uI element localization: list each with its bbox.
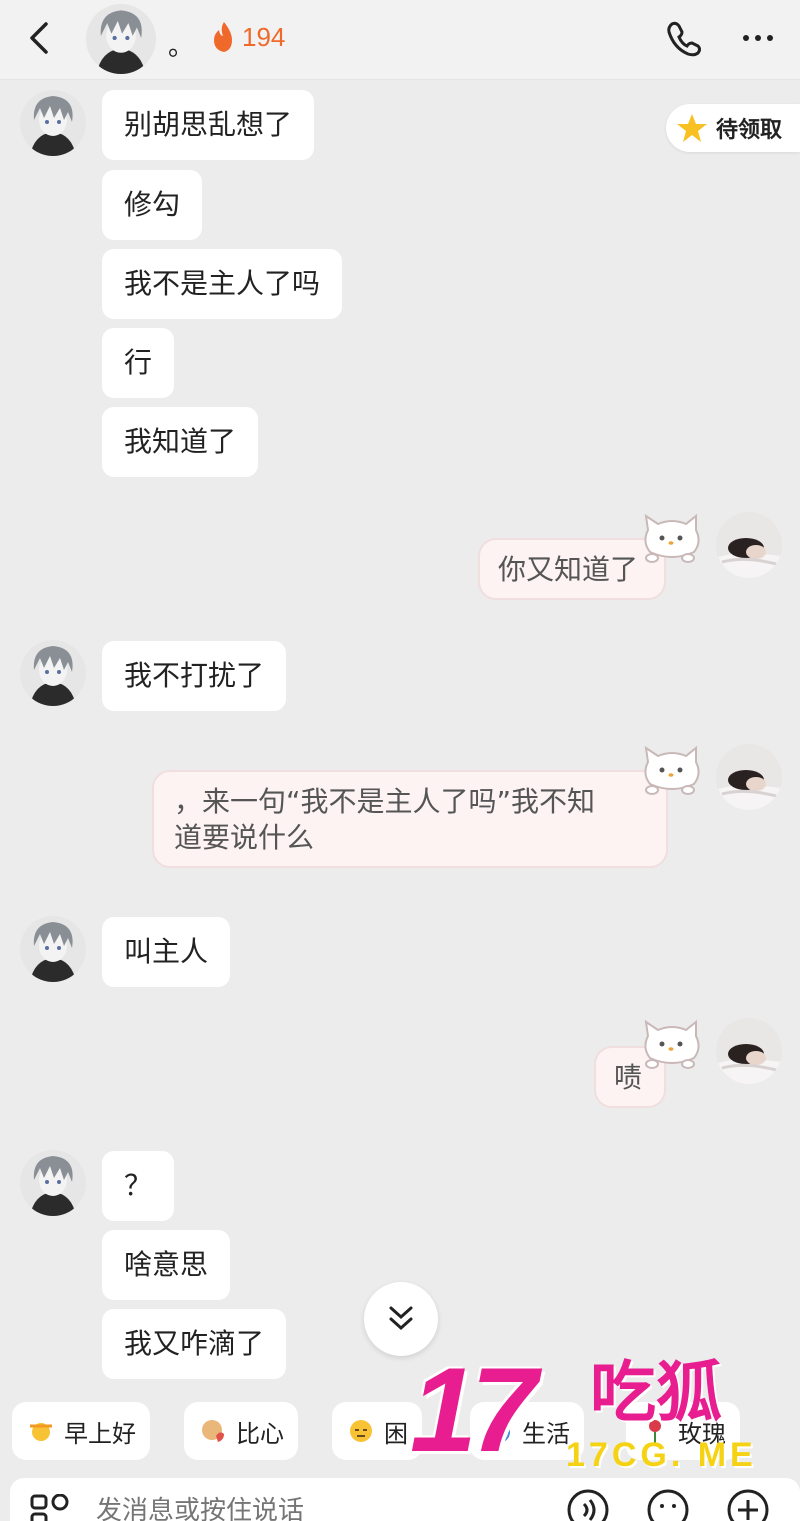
message-text-line: ，来一句“我不是主人了吗”我不知 [174,785,596,818]
avatar[interactable] [20,90,86,156]
chip-label: 早上好 [64,1419,136,1448]
message-bubble[interactable]: 行 [102,328,175,398]
message-text: 啧 [614,1061,643,1094]
heart-hands-emoji-icon [202,1420,224,1442]
message-bubble[interactable]: 别胡思乱想了 [102,90,315,160]
self-message-bubble[interactable]: 你又知道了 [478,538,666,600]
apps-grid-icon[interactable] [30,1494,70,1521]
message-bubble[interactable]: ？ [102,1151,175,1221]
reward-badge[interactable]: 待领取 [666,104,800,152]
message-bubble[interactable]: 我不打扰了 [102,641,287,711]
self-avatar[interactable] [716,1018,782,1084]
self-avatar[interactable] [716,744,782,810]
self-message-bubble[interactable]: ，来一句“我不是主人了吗”我不知 道要说什么 [152,770,668,868]
watermark-url: 17CG. ME [566,1436,757,1474]
avatar[interactable] [20,640,86,706]
chip-label: 比心 [236,1419,284,1448]
message-text: 你又知道了 [498,553,639,586]
cat-sticker-icon [644,515,700,563]
contact-avatar[interactable] [86,4,156,74]
avatar[interactable] [20,916,86,982]
quick-reply-chip[interactable]: 早上好 [12,1402,150,1460]
chat-header: 。 194 [0,0,800,80]
fire-icon [214,22,232,52]
cat-sticker-icon [644,1021,700,1069]
message-input-bar [10,1478,800,1521]
watermark-number: 17 [410,1343,538,1477]
back-arrow-icon[interactable] [22,18,58,58]
message-bubble[interactable]: 啥意思 [102,1230,231,1300]
streak-indicator[interactable]: 194 [210,20,285,54]
emoji-icon[interactable] [646,1488,690,1521]
reward-label: 待领取 [716,118,783,143]
message-bubble[interactable]: 我又咋滴了 [102,1309,287,1379]
sun-emoji-icon [30,1423,52,1441]
quick-reply-chip[interactable]: 比心 [184,1402,298,1460]
avatar[interactable] [20,1150,86,1216]
chip-label: 困 [384,1419,408,1448]
quick-reply-chip[interactable]: 困 [332,1402,422,1460]
voice-icon[interactable] [566,1488,610,1521]
more-options-icon[interactable] [738,18,778,58]
message-input[interactable] [96,1496,536,1521]
contact-name[interactable]: 。 [168,26,194,63]
watermark-logo: 17 吃狐 17CG. ME [410,1350,790,1480]
watermark-chinese: 吃狐 [590,1354,722,1431]
cat-sticker-icon [644,747,700,795]
sleepy-emoji-icon [350,1420,372,1442]
message-bubble[interactable]: 叫主人 [102,917,231,987]
message-bubble[interactable]: 修勾 [102,170,203,240]
star-icon [677,114,707,142]
self-avatar[interactable] [716,512,782,578]
add-icon[interactable] [726,1488,770,1521]
message-bubble[interactable]: 我知道了 [102,407,259,477]
message-bubble[interactable]: 我不是主人了吗 [102,249,343,319]
message-text-line: 道要说什么 [174,821,315,854]
streak-count: 194 [242,21,286,52]
phone-icon[interactable] [664,18,704,58]
